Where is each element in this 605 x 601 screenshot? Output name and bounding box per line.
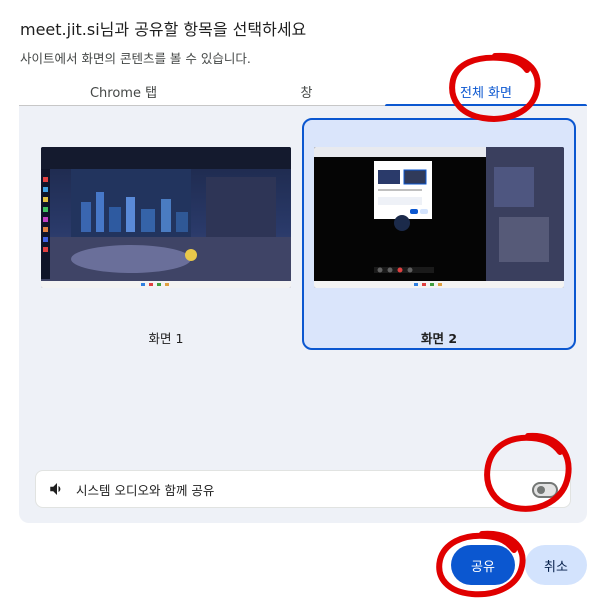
screen-thumbnail	[41, 147, 291, 288]
dialog-title: meet.jit.si님과 공유할 항목을 선택하세요	[20, 20, 307, 39]
tab-window[interactable]: 창	[228, 76, 385, 106]
share-panel: 화면 1 화면 2 시스템 오디오와 함께 공유	[19, 106, 587, 523]
screen-card-2[interactable]: 화면 2	[302, 118, 576, 350]
tab-entire-screen[interactable]: 전체 화면	[385, 76, 587, 107]
cancel-button[interactable]: 취소	[525, 545, 587, 585]
screen-label: 화면 1	[148, 331, 184, 346]
screen-thumbnail	[314, 147, 564, 288]
screen-card-1[interactable]: 화면 1	[29, 118, 303, 350]
tab-bar: Chrome 탭 창 전체 화면	[19, 76, 587, 107]
share-button[interactable]: 공유	[451, 545, 515, 585]
screen-label: 화면 2	[420, 331, 458, 346]
system-audio-row: 시스템 오디오와 함께 공유	[35, 470, 571, 508]
dialog-subtitle: 사이트에서 화면의 콘텐츠를 볼 수 있습니다.	[20, 51, 251, 66]
toggle-knob	[537, 486, 545, 494]
tab-chrome-tab[interactable]: Chrome 탭	[19, 76, 228, 106]
system-audio-label: 시스템 오디오와 함께 공유	[76, 482, 215, 498]
system-audio-toggle[interactable]	[532, 482, 558, 498]
speaker-icon	[50, 483, 61, 495]
